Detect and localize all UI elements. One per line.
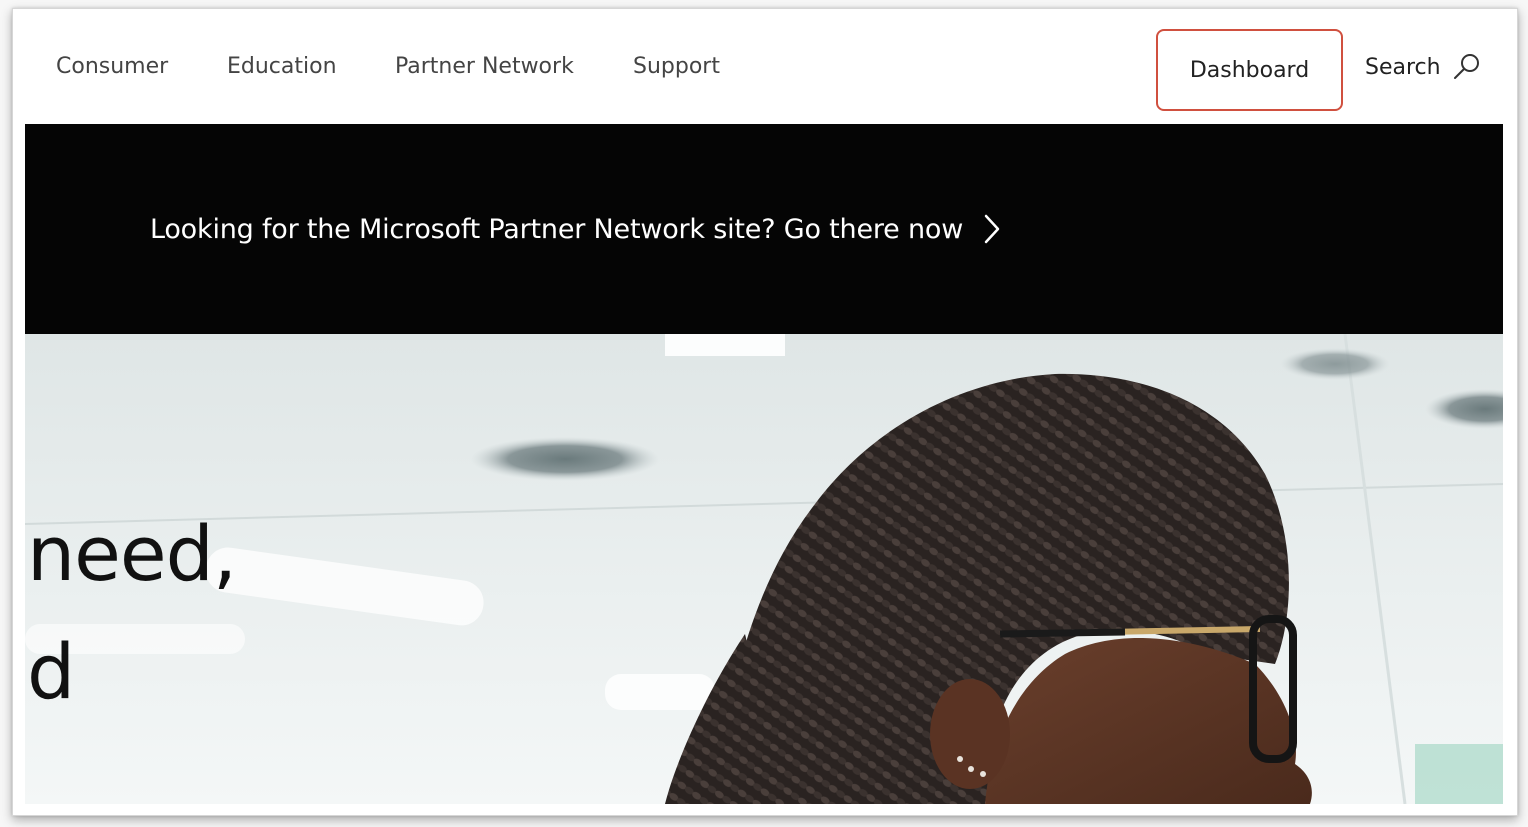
hero-section: need, d bbox=[25, 334, 1503, 804]
chevron-right-icon bbox=[981, 212, 1003, 246]
nav-link-education[interactable]: Education bbox=[227, 53, 337, 81]
nav-link-partner-network[interactable]: Partner Network bbox=[395, 53, 574, 81]
dashboard-link[interactable]: Dashboard bbox=[1158, 31, 1341, 109]
banner-text: Looking for the Microsoft Partner Networ… bbox=[150, 213, 964, 245]
hero-heading-line-2: d bbox=[27, 626, 75, 716]
top-navigation: Consumer Education Partner Network Suppo… bbox=[13, 9, 1517, 124]
nav-link-consumer[interactable]: Consumer bbox=[56, 53, 168, 81]
search-icon bbox=[1451, 51, 1483, 83]
hero-photo bbox=[25, 334, 1503, 804]
browser-screenshot-frame: Consumer Education Partner Network Suppo… bbox=[12, 8, 1518, 816]
nav-link-support[interactable]: Support bbox=[633, 53, 720, 81]
search-label: Search bbox=[1365, 54, 1441, 80]
partner-network-banner: Looking for the Microsoft Partner Networ… bbox=[25, 124, 1503, 334]
hero-heading: need, d bbox=[27, 495, 237, 731]
dashboard-highlight-box: Dashboard bbox=[1156, 29, 1343, 111]
search-button[interactable]: Search bbox=[1365, 49, 1483, 85]
hero-heading-line-1: need, bbox=[27, 508, 237, 598]
partner-network-banner-link[interactable]: Looking for the Microsoft Partner Networ… bbox=[150, 212, 1003, 246]
